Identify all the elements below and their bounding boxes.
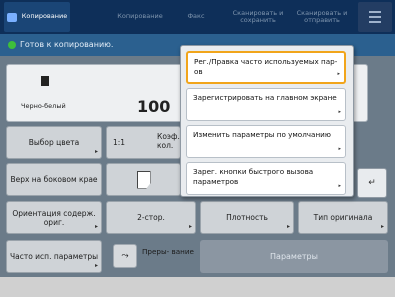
button-label: Плотность [226, 213, 268, 222]
book-page-button[interactable] [106, 163, 181, 196]
tab-fax[interactable]: Факс [176, 2, 216, 32]
popup-item-register-home[interactable]: Зарегистрировать на главном экране ▸ [186, 88, 346, 121]
tab-copy-2[interactable]: Копирование [110, 2, 170, 32]
book-mode-button[interactable]: Верх на боковом крае [6, 163, 102, 196]
button-label: 1:1 [113, 138, 126, 147]
popup-item-label: Рег./Правка часто используемых пар-ов [194, 57, 338, 76]
popup-item-change-defaults[interactable]: Изменить параметры по умолчанию ▸ [186, 125, 346, 158]
bw-icon [41, 76, 49, 86]
button-label: Ориентация содерж. ориг. [12, 208, 96, 227]
button-label: Параметры [270, 252, 318, 261]
tab-bar: Копирование Копирование Факс Сканировать… [0, 0, 395, 34]
popup-item-label: Изменить параметры по умолчанию [193, 130, 331, 139]
copy-icon [6, 12, 17, 22]
popup-item-register-edit-frequent[interactable]: Рег./Правка часто используемых пар-ов ▸ [186, 51, 346, 84]
frequent-params-button[interactable]: Часто исп. параметры ▸ [6, 240, 102, 273]
button-label: Тип оригинала [313, 213, 373, 222]
status-ok-icon [8, 41, 16, 49]
density-button[interactable]: Плотность ▸ [200, 201, 294, 234]
button-label: Часто исп. параметры [9, 252, 99, 261]
tab-label: Копирование [117, 12, 163, 21]
page-icon [136, 170, 151, 189]
tab-scan-send[interactable]: Сканировать и отправить [292, 2, 352, 32]
device-frame [0, 277, 395, 297]
tab-label: Сканировать и отправить [296, 8, 348, 24]
color-mode-label: Черно-белый [21, 102, 66, 110]
menu-icon[interactable] [358, 2, 392, 32]
interrupt-label: Преры- вание [142, 247, 194, 256]
button-label: 2-стор. [137, 213, 165, 222]
orientation-button[interactable]: Ориентация содерж. ориг. ▸ [6, 201, 102, 234]
interrupt-icon[interactable]: ⤳ [113, 244, 137, 268]
popup-item-label: Зарег. кнопки быстрого вызова параметров [193, 167, 314, 186]
copy-count[interactable]: 100 [137, 97, 170, 116]
button-label: Коэф. кол. [157, 132, 180, 150]
tab-label: Сканировать и сохранить [232, 8, 284, 24]
ratio-button[interactable]: 1:1 Коэф. кол. [106, 126, 181, 159]
tab-label: Факс [187, 12, 205, 21]
return-icon[interactable]: ↵ [357, 168, 387, 198]
button-label: Верх на боковом крае [10, 175, 98, 184]
original-type-button[interactable]: Тип оригинала ▸ [298, 201, 388, 234]
params-button[interactable]: Параметры [200, 240, 388, 273]
tab-copy[interactable]: Копирование [4, 2, 70, 32]
popup-item-label: Зарегистрировать на главном экране [193, 93, 337, 102]
copy-screen: Копирование Копирование Факс Сканировать… [0, 0, 395, 297]
settings-popup: Рег./Правка часто используемых пар-ов ▸ З… [180, 45, 354, 197]
color-select-button[interactable]: Выбор цвета ▸ [6, 126, 102, 159]
tab-scan-save[interactable]: Сканировать и сохранить [228, 2, 288, 32]
popup-item-register-quick-buttons[interactable]: Зарег. кнопки быстрого вызова параметров… [186, 162, 346, 195]
status-text: Готов к копированию. [20, 40, 114, 49]
button-label: Выбор цвета [28, 138, 80, 147]
tab-label: Копирование [21, 12, 68, 21]
duplex-button[interactable]: 2-стор. ▸ [106, 201, 196, 234]
